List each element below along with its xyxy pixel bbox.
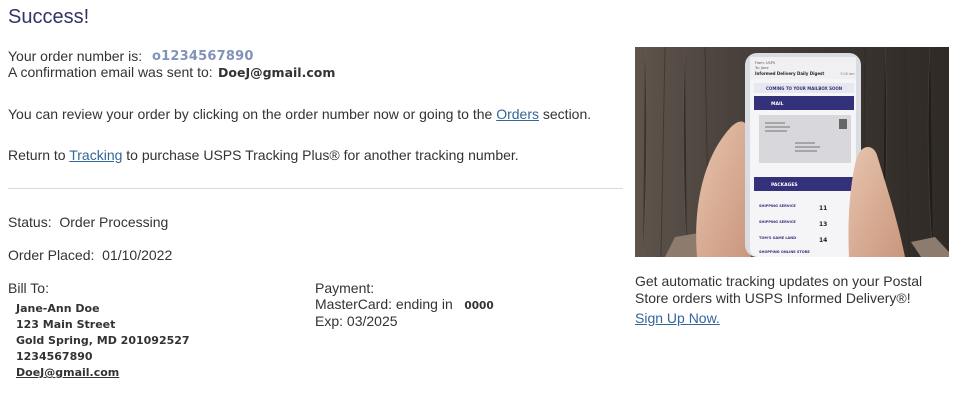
- package-2-value: 13: [819, 221, 827, 228]
- review-order-text: You can review your order by clicking on…: [8, 106, 591, 122]
- payment-last4: 0000: [464, 300, 494, 312]
- package-3-value: 14: [819, 237, 827, 244]
- phone-to-text: To: Jane: [754, 66, 769, 70]
- order-status: Status: Order Processing: [8, 214, 168, 230]
- confirmation-email-label: A confirmation email was sent to:: [8, 64, 213, 80]
- bill-to-label: Bill To:: [8, 280, 49, 296]
- order-number-link[interactable]: o1234567890: [152, 49, 254, 64]
- payment-label: Payment:: [315, 280, 375, 296]
- phone-mail-header: MAIL: [771, 101, 784, 107]
- return-suffix: to purchase USPS Tracking Plus® for anot…: [122, 147, 519, 163]
- review-suffix: section.: [539, 106, 592, 122]
- bill-to-city: Gold Spring, MD 201092527: [16, 334, 190, 347]
- phone-illustration: From: USPS To: Jane Informed Delivery Da…: [635, 47, 949, 257]
- order-placed-label: Order Placed:: [8, 247, 95, 263]
- package-1-value: 11: [819, 205, 827, 212]
- package-2-label: SHIPPING SERVICE: [759, 220, 796, 224]
- order-number-label: Your order number is:: [8, 48, 143, 64]
- payment-card-text: MasterCard: ending in: [315, 296, 453, 312]
- return-prefix: Return to: [8, 147, 70, 163]
- tracking-link[interactable]: Tracking: [69, 147, 122, 163]
- phone-subject-text: Informed Delivery Daily Digest: [755, 71, 824, 76]
- order-placed: Order Placed: 01/10/2022: [8, 247, 172, 263]
- bill-to-address: Jane-Ann Doe 123 Main Street Gold Spring…: [16, 301, 190, 381]
- status-label: Status:: [8, 214, 52, 230]
- promo-text-block: Get automatic tracking updates on your P…: [635, 273, 955, 327]
- section-divider: [8, 188, 623, 189]
- status-value: Order Processing: [59, 214, 169, 230]
- phone-from-text: From: USPS: [755, 61, 776, 65]
- package-3-label: TOM'S GAME LAND: [759, 236, 796, 240]
- phone-packages-header: PACKAGES: [771, 182, 798, 188]
- promo-description: Get automatic tracking updates on your P…: [635, 273, 923, 306]
- return-tracking-text: Return to Tracking to purchase USPS Trac…: [8, 147, 519, 163]
- bill-to-name: Jane-Ann Doe: [16, 302, 100, 315]
- package-1-label: SHIPPING SERVICE: [759, 204, 796, 208]
- order-placed-value: 01/10/2022: [102, 247, 173, 263]
- page-title: Success!: [8, 6, 90, 28]
- review-prefix: You can review your order by clicking on…: [8, 106, 497, 122]
- orders-link[interactable]: Orders: [496, 106, 539, 122]
- confirmation-email-value: DoeJ@gmail.com: [218, 65, 336, 80]
- sign-up-link[interactable]: Sign Up Now.: [635, 310, 720, 326]
- phone-banner-text: COMING TO YOUR MAILBOX SOON: [766, 86, 842, 91]
- payment-exp: Exp: 03/2025: [315, 313, 398, 329]
- package-4-label: SHOPPING ONLINE STORE: [759, 250, 810, 254]
- bill-to-street: 123 Main Street: [16, 318, 116, 331]
- phone-time-text: 7:00 am: [840, 72, 855, 76]
- payment-card: MasterCard: ending in 0000: [315, 296, 494, 314]
- informed-delivery-promo-image: From: USPS To: Jane Informed Delivery Da…: [635, 47, 949, 257]
- bill-to-phone: 1234567890: [16, 350, 93, 363]
- bill-to-email: DoeJ@gmail.com: [16, 366, 120, 379]
